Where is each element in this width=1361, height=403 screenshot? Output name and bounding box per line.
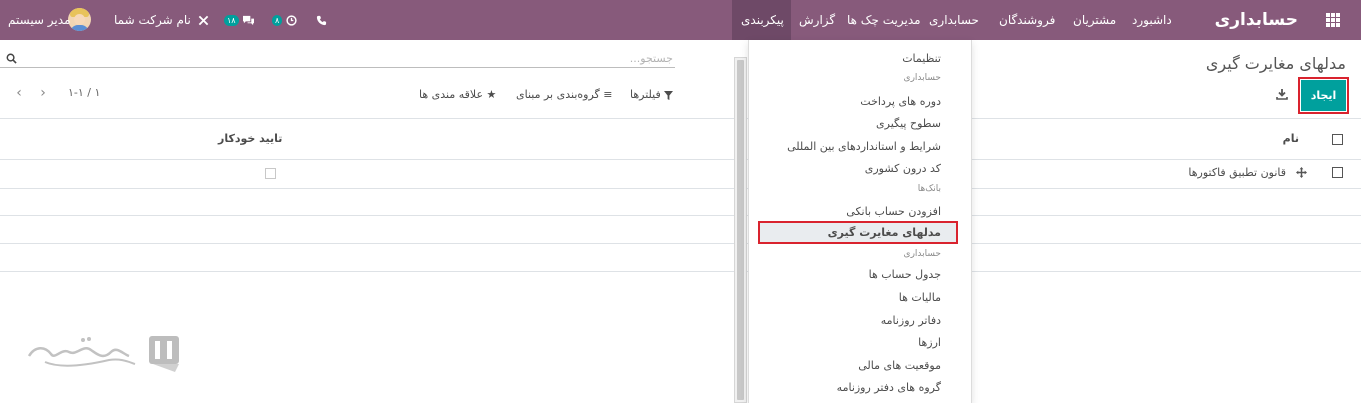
menu-configuration[interactable]: پیکربندی [732, 0, 791, 40]
filter-funnel-icon [664, 90, 674, 100]
user-avatar[interactable] [68, 8, 91, 31]
column-header-auto-validate[interactable]: تایید خودکار [218, 132, 282, 145]
user-menu[interactable]: مدیر سیستم [8, 0, 71, 40]
messaging-menu[interactable]: ۱۸ [224, 0, 255, 40]
pager-previous-button[interactable]: ‹ [12, 84, 26, 102]
dropdown-item-journals[interactable]: دفاتر روزنامه [749, 310, 971, 331]
configuration-dropdown-menu: تنظیمات حسابداری دوره های پرداخت سطوح پی… [748, 40, 972, 403]
menu-dashboard[interactable]: داشبورد [1123, 0, 1181, 40]
dropdown-section-header: حسابداری [903, 73, 941, 83]
dropdown-item-chart-of-accounts[interactable]: جدول حساب ها [749, 264, 971, 285]
dropdown-section-header: حسابداری [903, 249, 941, 259]
dropdown-section-header: بانک‌ها [917, 184, 941, 194]
group-by-label: گروه‌بندی بر مبنای [516, 88, 600, 101]
apps-grid-icon[interactable] [1326, 13, 1340, 27]
dropdown-item-incoterms[interactable]: شرایط و استانداردهای بین المللی [749, 136, 971, 157]
dropdown-item-journal-groups[interactable]: گروه های دفتر روزنامه [749, 377, 971, 398]
select-all-checkbox[interactable] [1332, 134, 1343, 145]
table-top-border [0, 118, 1361, 119]
dropdown-item-intrastat-codes[interactable]: کد درون کشوری [749, 158, 971, 179]
column-header-name[interactable]: نام [1283, 132, 1299, 145]
search-icon[interactable] [6, 53, 17, 64]
star-icon: ★ [486, 88, 497, 101]
watermark-logo [27, 336, 179, 372]
filters-label: فیلترها [630, 88, 661, 101]
dropdown-item-payment-terms[interactable]: دوره های پرداخت [749, 91, 971, 112]
chat-icon [243, 15, 255, 26]
menu-vendors[interactable]: فروشندگان [990, 0, 1064, 40]
menu-cheque-management[interactable]: مدیریت چک ها [838, 0, 930, 40]
download-icon[interactable] [1276, 88, 1288, 100]
phone-icon[interactable] [316, 0, 327, 40]
dropdown-item-settings[interactable]: تنظیمات [749, 48, 971, 69]
top-navbar: حسابداری داشبورد مشتریان فروشندگان حسابد… [0, 0, 1361, 40]
table-row-border [0, 215, 1361, 216]
dropdown-item-reconciliation-models[interactable]: مدلهای مغایرت گیری [758, 221, 958, 244]
dropdown-item-fiscal-positions[interactable]: موقعیت های مالی [749, 355, 971, 376]
page-title: مدلهای مغایرت گیری [1205, 54, 1346, 73]
dropdown-item-add-bank-account[interactable]: افزودن حساب بانکی [749, 201, 971, 222]
table-row-border [0, 243, 1361, 244]
favorites-label: علاقه مندی ها [419, 88, 484, 101]
auto-validate-checkbox [265, 168, 276, 179]
clock-icon [286, 15, 297, 26]
dropdown-item-followup-levels[interactable]: سطوح پیگیری [749, 113, 971, 134]
drag-handle-icon[interactable] [1296, 167, 1307, 178]
favorites-menu[interactable]: علاقه مندی ها ★ [419, 88, 496, 101]
activity-count-badge: ۸ [272, 15, 283, 26]
menu-accounting[interactable]: حسابداری [920, 0, 988, 40]
menu-customers[interactable]: مشتریان [1064, 0, 1125, 40]
filters-menu[interactable]: فیلترها [630, 88, 674, 101]
pager-value[interactable]: ۱-۱ / ۱ [68, 86, 100, 99]
create-button[interactable]: ایجاد [1298, 77, 1349, 114]
app-brand-title[interactable]: حسابداری [1215, 0, 1298, 40]
table-header-border [0, 159, 1361, 160]
activity-menu[interactable]: ۸ [272, 0, 297, 40]
scrollbar-thumb[interactable] [737, 60, 744, 400]
table-row-border [0, 188, 1361, 189]
search-input[interactable] [0, 50, 675, 68]
tools-icon[interactable] [198, 0, 209, 40]
dropdown-scrollbar[interactable] [734, 57, 747, 403]
row-name-cell[interactable]: قانون تطبیق فاکتورها [1188, 166, 1286, 179]
row-select-checkbox[interactable] [1332, 167, 1343, 178]
dropdown-item-currencies[interactable]: ارزها [749, 332, 971, 353]
group-by-menu[interactable]: گروه‌بندی بر مبنای ≡ [516, 88, 612, 101]
chat-count-badge: ۱۸ [224, 15, 239, 26]
menu-reporting[interactable]: گزارش [790, 0, 844, 40]
company-switcher[interactable]: نام شرکت شما [114, 0, 191, 40]
dropdown-item-taxes[interactable]: مالیات ها [749, 287, 971, 308]
table-row-border [0, 271, 1361, 272]
list-bars-icon: ≡ [603, 88, 613, 101]
pager-next-button[interactable]: › [36, 84, 50, 102]
